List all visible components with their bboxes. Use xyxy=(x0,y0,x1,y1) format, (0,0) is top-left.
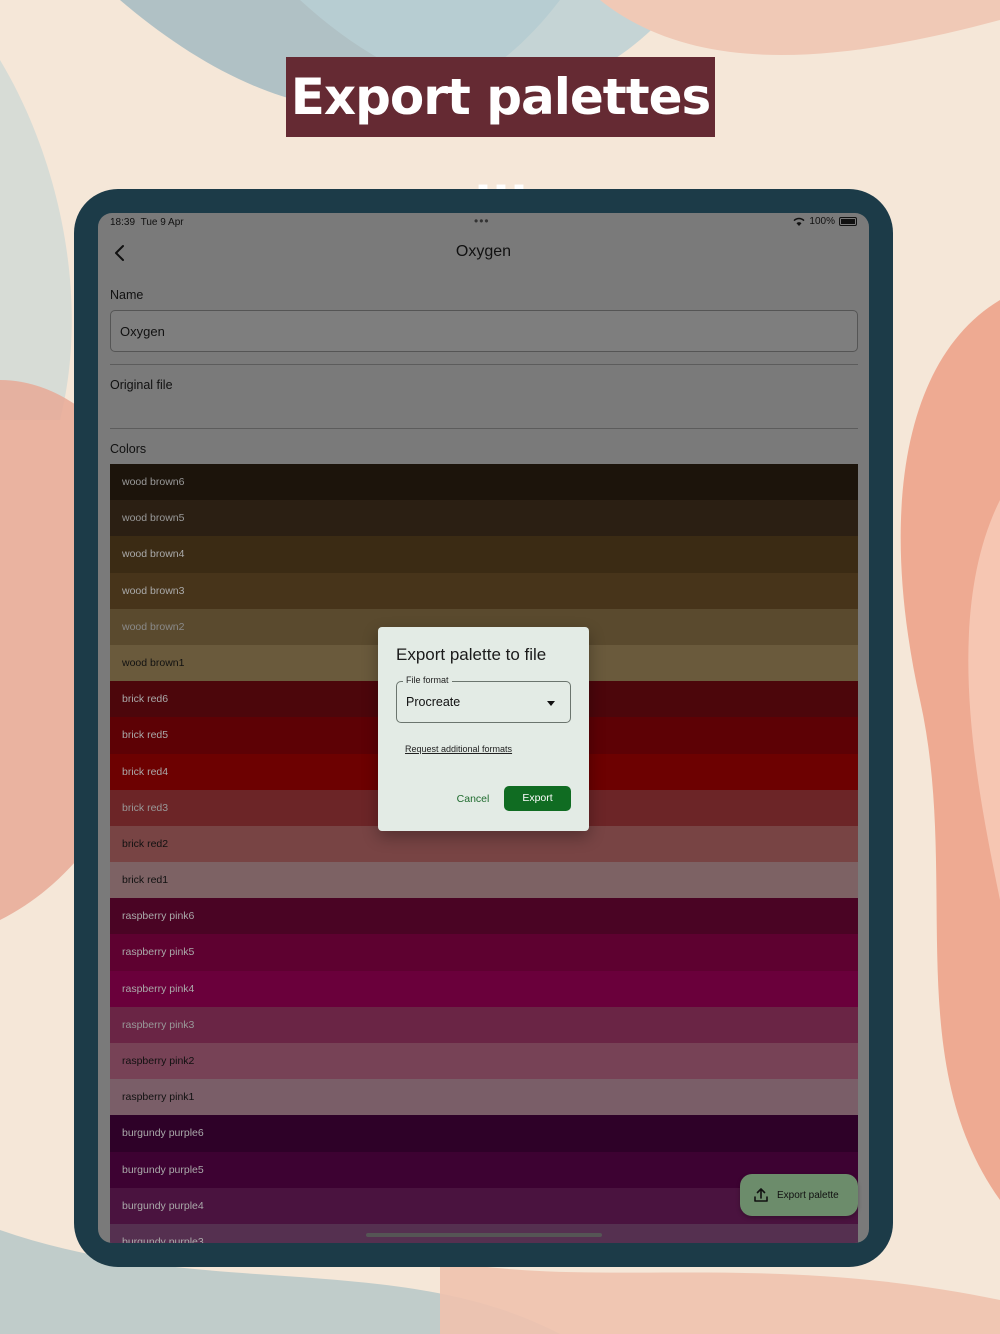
color-row[interactable]: raspberry pink5 xyxy=(110,934,858,971)
tablet-frame: 18:39 Tue 9 Apr ••• 100% Oxygen Name Oxy… xyxy=(74,189,893,1267)
dropdown-caret-icon xyxy=(547,701,555,706)
color-name: burgundy purple5 xyxy=(122,1163,204,1176)
color-row[interactable]: raspberry pink4 xyxy=(110,970,858,1007)
color-name: raspberry pink4 xyxy=(122,982,195,995)
color-row[interactable]: raspberry pink1 xyxy=(110,1079,858,1116)
battery-percent: 100% xyxy=(809,216,835,227)
export-palette-label: Export palette xyxy=(777,1189,839,1201)
name-input[interactable]: Oxygen xyxy=(110,310,858,352)
color-row[interactable]: wood brown4 xyxy=(110,536,858,573)
color-row[interactable]: wood brown5 xyxy=(110,500,858,537)
color-list: wood brown6 wood brown5 wood brown4 wood br… xyxy=(110,464,858,1243)
color-row[interactable]: wood brown3 xyxy=(110,572,858,609)
color-name: burgundy purple3 xyxy=(122,1235,204,1243)
color-row[interactable]: raspberry pink6 xyxy=(110,898,858,935)
multitasking-dots-icon[interactable]: ••• xyxy=(474,214,490,228)
color-name: brick red1 xyxy=(122,874,169,887)
color-name: wood brown5 xyxy=(122,512,185,525)
promo-banner-title: Export palettes ... xyxy=(286,57,715,206)
original-file-label: Original file xyxy=(110,378,173,392)
divider xyxy=(110,364,858,365)
app-screen: 18:39 Tue 9 Apr ••• 100% Oxygen Name Oxy… xyxy=(98,213,869,1243)
page-title: Oxygen xyxy=(455,243,512,260)
color-row[interactable]: burgundy purple6 xyxy=(110,1115,858,1152)
color-name: brick red2 xyxy=(122,837,169,850)
color-row[interactable]: wood brown6 xyxy=(110,464,858,501)
status-date: Tue 9 Apr xyxy=(140,217,184,228)
cancel-button[interactable]: Cancel xyxy=(450,787,496,811)
file-format-label: File format xyxy=(403,675,452,685)
color-name: wood brown4 xyxy=(122,548,185,561)
wifi-icon xyxy=(793,217,805,226)
home-indicator xyxy=(366,1233,602,1237)
color-name: raspberry pink3 xyxy=(122,1018,195,1031)
color-name: brick red3 xyxy=(122,801,169,814)
color-name: brick red5 xyxy=(122,729,169,742)
color-name: wood brown1 xyxy=(122,656,185,669)
color-name: burgundy purple6 xyxy=(122,1127,204,1140)
file-format-value: Procreate xyxy=(406,695,461,709)
divider xyxy=(110,428,858,429)
file-format-select[interactable]: File format Procreate xyxy=(396,675,571,723)
color-name: wood brown6 xyxy=(122,476,185,488)
export-dialog: Export palette to file File format Procr… xyxy=(378,627,589,831)
request-formats-link[interactable]: Request additional formats xyxy=(405,744,512,754)
dialog-title: Export palette to file xyxy=(396,645,547,664)
colors-label: Colors xyxy=(110,442,147,456)
color-name: raspberry pink5 xyxy=(122,946,195,959)
export-button[interactable]: Export xyxy=(504,786,571,811)
color-name: raspberry pink2 xyxy=(122,1055,195,1067)
status-time: 18:39 xyxy=(110,217,136,228)
color-name: burgundy purple4 xyxy=(122,1199,204,1212)
color-name: brick red6 xyxy=(122,693,169,706)
color-name: raspberry pink6 xyxy=(122,910,195,923)
export-palette-button[interactable]: Export palette xyxy=(740,1174,858,1216)
status-bar: 18:39 Tue 9 Apr ••• 100% xyxy=(98,213,869,233)
color-row[interactable]: raspberry pink2 xyxy=(110,1043,858,1080)
color-row[interactable]: brick red1 xyxy=(110,862,858,899)
color-row[interactable]: raspberry pink3 xyxy=(110,1006,858,1043)
color-name: wood brown2 xyxy=(122,620,185,633)
battery-icon xyxy=(839,217,857,226)
color-name: brick red4 xyxy=(122,765,169,778)
upload-icon xyxy=(754,1188,768,1202)
color-row[interactable]: brick red2 xyxy=(110,825,858,863)
name-label: Name xyxy=(110,288,144,302)
color-name: raspberry pink1 xyxy=(122,1091,195,1104)
color-name: wood brown3 xyxy=(122,584,185,597)
